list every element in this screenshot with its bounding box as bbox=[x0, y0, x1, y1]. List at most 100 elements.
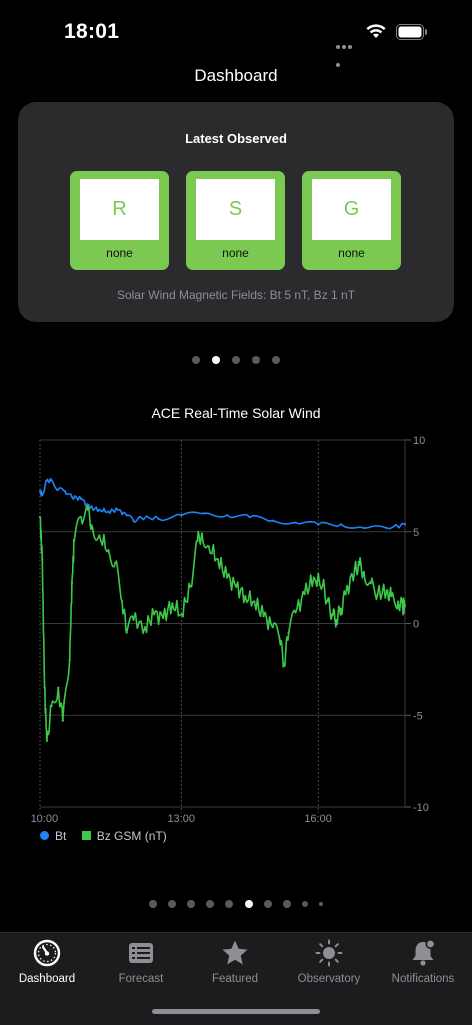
bz-point bbox=[262, 615, 265, 618]
y-tick-label: -10 bbox=[413, 802, 429, 814]
bz-point bbox=[41, 558, 44, 561]
bt-point bbox=[70, 495, 74, 498]
bz-point bbox=[45, 739, 48, 743]
bz-point bbox=[171, 602, 174, 605]
bz-point bbox=[50, 704, 53, 708]
bz-point bbox=[107, 549, 110, 552]
bz-point bbox=[385, 589, 388, 592]
bz-point bbox=[235, 585, 238, 588]
bz-point bbox=[321, 583, 324, 587]
bz-point bbox=[303, 593, 306, 596]
battery-icon bbox=[396, 24, 427, 40]
bz-point bbox=[125, 631, 128, 634]
x-tick-label: 13:00 bbox=[167, 813, 195, 825]
bz-point bbox=[390, 594, 393, 598]
bt-point bbox=[271, 519, 274, 522]
tab-label: Notifications bbox=[391, 973, 455, 985]
chart-legend: Bt Bz GSM (nT) bbox=[40, 828, 167, 843]
solar-wind-chart: 10 5 0 -5 -10 10:00 13:00 16:00 bbox=[31, 435, 429, 825]
sun-icon bbox=[315, 939, 343, 967]
bz-point bbox=[86, 508, 90, 511]
bz-point bbox=[358, 563, 361, 566]
page-dot[interactable] bbox=[232, 356, 240, 364]
bell-badge-icon bbox=[412, 939, 436, 966]
bz-point bbox=[57, 686, 60, 689]
page-dot[interactable] bbox=[319, 902, 324, 906]
tab-notifications[interactable]: Notifications bbox=[376, 933, 470, 993]
page-dot[interactable] bbox=[244, 900, 253, 908]
page-title: Dashboard bbox=[194, 66, 278, 85]
bz-point bbox=[91, 526, 94, 530]
bt-point bbox=[132, 519, 135, 522]
page-dot[interactable] bbox=[302, 901, 309, 907]
tab-label: Observatory bbox=[297, 973, 361, 985]
tab-observatory[interactable]: Observatory bbox=[282, 933, 376, 993]
bt-point bbox=[225, 514, 229, 517]
bt-point bbox=[57, 488, 60, 491]
chart-title: ACE Real-Time Solar Wind bbox=[151, 405, 321, 421]
page-dot[interactable] bbox=[212, 356, 220, 364]
card-page-indicator[interactable] bbox=[0, 356, 472, 364]
bz-point bbox=[200, 532, 204, 535]
latest-observed-card[interactable]: Latest Observed R none S none G none Sol… bbox=[18, 102, 454, 322]
bt-point bbox=[125, 514, 128, 517]
bz-point bbox=[278, 637, 281, 640]
y-tick-label: -5 bbox=[413, 710, 423, 722]
bz-point bbox=[376, 593, 379, 596]
legend-label-bz: Bz GSM (nT) bbox=[96, 828, 167, 843]
bz-point bbox=[70, 582, 74, 585]
bz-point bbox=[282, 662, 286, 665]
page-dot[interactable] bbox=[167, 900, 176, 908]
page-dot[interactable] bbox=[206, 900, 215, 908]
scale-letter: S bbox=[196, 179, 275, 240]
bt-point bbox=[340, 523, 343, 526]
signal-dots-icon bbox=[336, 36, 358, 67]
bt-point bbox=[139, 515, 142, 519]
page-dot[interactable] bbox=[225, 900, 234, 908]
status-bar: 18:01 bbox=[0, 0, 472, 67]
bz-point bbox=[340, 607, 343, 610]
tab-forecast[interactable]: Forecast bbox=[94, 933, 188, 993]
page-dot[interactable] bbox=[192, 356, 200, 364]
bz-point bbox=[196, 539, 199, 543]
tab-featured[interactable]: Featured bbox=[188, 933, 282, 993]
chart-page-indicator[interactable] bbox=[0, 900, 472, 908]
tab-label: Dashboard bbox=[18, 973, 76, 985]
geomagnetic-storm-scale[interactable]: G none bbox=[302, 171, 401, 270]
bz-point bbox=[403, 604, 407, 607]
page-dot[interactable] bbox=[148, 900, 157, 908]
bz-point bbox=[162, 616, 165, 620]
bt-point bbox=[385, 526, 388, 530]
bt-point bbox=[294, 521, 297, 524]
tab-label: Forecast bbox=[118, 973, 164, 985]
bz-point bbox=[287, 631, 290, 634]
bz-point bbox=[271, 626, 274, 629]
bz-point bbox=[353, 567, 356, 570]
radio-blackout-scale[interactable]: R none bbox=[70, 171, 169, 270]
bz-point bbox=[244, 594, 247, 598]
bz-point bbox=[294, 611, 297, 614]
bt-point bbox=[38, 490, 42, 493]
solar-radiation-scale[interactable]: S none bbox=[186, 171, 285, 270]
page-dot[interactable] bbox=[187, 900, 196, 908]
page-dot[interactable] bbox=[263, 900, 272, 908]
tab-dashboard[interactable]: Dashboard bbox=[0, 933, 94, 993]
page-dot[interactable] bbox=[252, 356, 260, 364]
page-dot[interactable] bbox=[272, 356, 280, 364]
page-dot[interactable] bbox=[282, 900, 291, 908]
home-indicator bbox=[152, 1009, 320, 1014]
bt-point bbox=[63, 490, 67, 493]
bz-point bbox=[326, 600, 329, 603]
bz-point bbox=[38, 515, 42, 519]
bz-point bbox=[43, 686, 46, 689]
bt-point bbox=[50, 479, 53, 482]
bz-point bbox=[68, 659, 71, 662]
scale-letter: G bbox=[312, 179, 391, 240]
star-icon bbox=[222, 940, 248, 965]
legend-swatch-bt bbox=[40, 831, 49, 841]
bt-point bbox=[98, 508, 101, 511]
bz-point bbox=[344, 593, 347, 596]
scale-level: none bbox=[338, 246, 365, 260]
bz-point bbox=[225, 576, 229, 579]
bt-series-line bbox=[39, 477, 406, 530]
